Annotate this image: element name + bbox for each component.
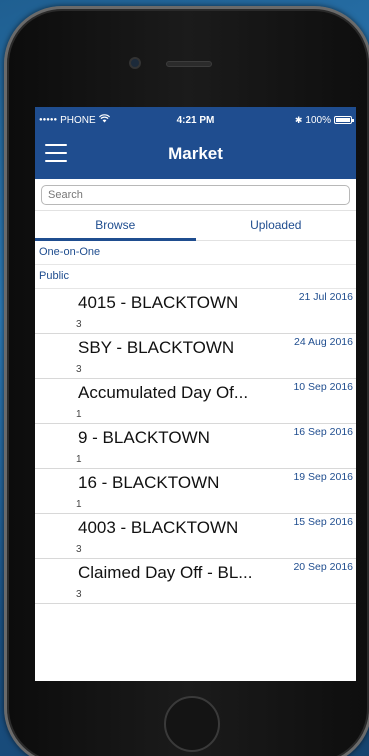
item-count: 3 bbox=[76, 589, 82, 600]
battery-icon bbox=[333, 116, 354, 124]
status-time: 4:21 PM bbox=[176, 114, 215, 126]
tab-uploaded[interactable]: Uploaded bbox=[196, 211, 357, 240]
item-date: 16 Sep 2016 bbox=[293, 426, 353, 438]
item-title: SBY - BLACKTOWN bbox=[78, 338, 235, 357]
bluetooth-icon: ✱ bbox=[294, 114, 303, 125]
item-count: 3 bbox=[76, 319, 82, 330]
item-count: 1 bbox=[76, 454, 82, 465]
market-list: 4015 - BLACKTOWN 21 Jul 2016 3 SBY - BLA… bbox=[35, 289, 356, 604]
section-header-one-on-one[interactable]: One-on-One bbox=[35, 241, 356, 265]
item-title: 4003 - BLACKTOWN bbox=[78, 518, 239, 537]
list-item[interactable]: 4015 - BLACKTOWN 21 Jul 2016 3 bbox=[35, 289, 356, 334]
item-date: 20 Sep 2016 bbox=[293, 561, 353, 573]
item-count: 1 bbox=[76, 499, 82, 510]
status-left: ●●●●● PHONE bbox=[39, 114, 149, 126]
item-title: 4015 - BLACKTOWN bbox=[78, 293, 239, 312]
item-date: 19 Sep 2016 bbox=[293, 471, 353, 483]
list-item[interactable]: SBY - BLACKTOWN 24 Aug 2016 3 bbox=[35, 334, 356, 379]
search-input[interactable] bbox=[41, 185, 350, 205]
page-title: Market bbox=[168, 144, 223, 163]
item-count: 1 bbox=[76, 409, 82, 420]
list-item[interactable]: 16 - BLACKTOWN 19 Sep 2016 1 bbox=[35, 469, 356, 514]
front-camera bbox=[129, 57, 141, 69]
list-item[interactable]: 9 - BLACKTOWN 16 Sep 2016 1 bbox=[35, 424, 356, 469]
signal-dots: ●●●●● bbox=[39, 117, 58, 123]
list-item[interactable]: 4003 - BLACKTOWN 15 Sep 2016 3 bbox=[35, 514, 356, 559]
home-button[interactable] bbox=[164, 696, 220, 752]
section-header-public[interactable]: Public bbox=[35, 265, 356, 289]
earpiece-speaker bbox=[166, 61, 212, 67]
item-title: 16 - BLACKTOWN bbox=[78, 473, 220, 492]
item-date: 10 Sep 2016 bbox=[293, 381, 353, 393]
wifi-icon bbox=[98, 114, 110, 126]
app-screen: ●●●●● PHONE 4:21 PM ✱ 100% Market Search… bbox=[35, 107, 356, 681]
nav-bar: Market bbox=[35, 133, 356, 179]
item-title: Accumulated Day Of... bbox=[78, 383, 249, 402]
list-item[interactable]: Accumulated Day Of... 10 Sep 2016 1 bbox=[35, 379, 356, 424]
app-header: ●●●●● PHONE 4:21 PM ✱ 100% Market bbox=[35, 107, 356, 179]
status-bar: ●●●●● PHONE 4:21 PM ✱ 100% bbox=[35, 107, 356, 133]
tab-browse[interactable]: Browse bbox=[35, 211, 196, 241]
status-right: ✱ 100% bbox=[242, 114, 354, 126]
item-date: 21 Jul 2016 bbox=[298, 291, 353, 303]
battery-percent: 100% bbox=[305, 114, 331, 126]
phone-frame: ●●●●● PHONE 4:21 PM ✱ 100% Market Search… bbox=[4, 6, 369, 756]
tab-bar: Browse Uploaded bbox=[35, 211, 356, 241]
item-title: Claimed Day Off - BL... bbox=[78, 563, 253, 582]
item-date: 24 Aug 2016 bbox=[294, 336, 353, 348]
carrier-label: PHONE bbox=[60, 114, 96, 126]
item-date: 15 Sep 2016 bbox=[293, 516, 353, 528]
item-title: 9 - BLACKTOWN bbox=[78, 428, 210, 447]
list-item[interactable]: Claimed Day Off - BL... 20 Sep 2016 3 bbox=[35, 559, 356, 604]
search-bar bbox=[35, 179, 356, 211]
item-count: 3 bbox=[76, 364, 82, 375]
item-count: 3 bbox=[76, 544, 82, 555]
